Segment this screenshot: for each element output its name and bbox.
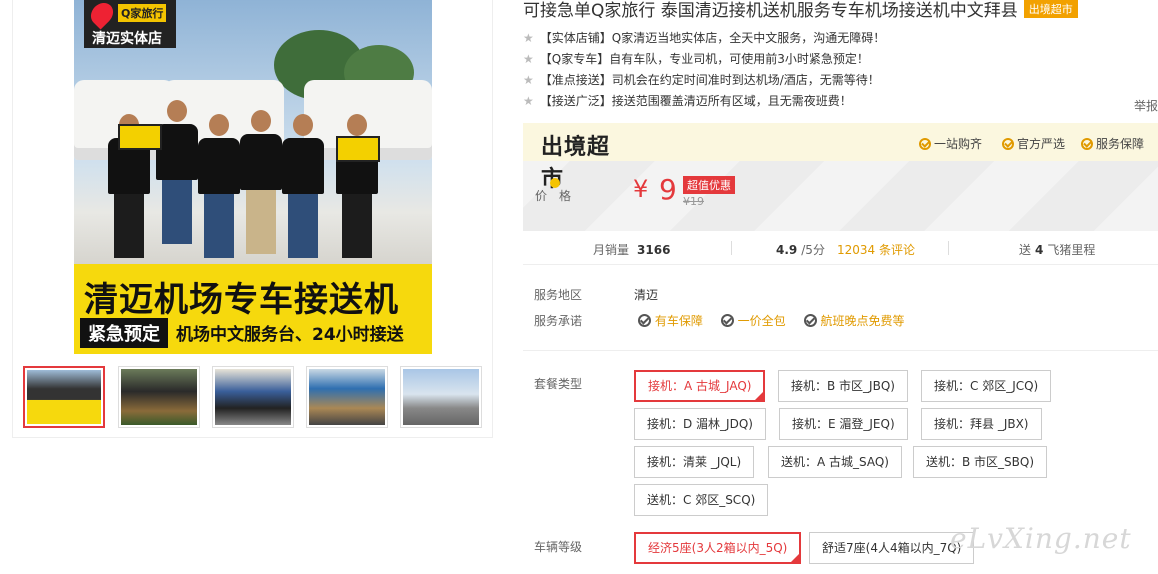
- report-link[interactable]: 举报: [1134, 97, 1158, 114]
- feature-text: 【Q家专车】自有车队，专业司机，可使用前3小时紧急预定！: [539, 52, 869, 66]
- package-option[interactable]: 接机：E 湄登_JEQ): [779, 408, 908, 440]
- feature-item: ★ 【准点接送】司机会在约定时间准时到达机场/酒店，无需等待！: [523, 72, 885, 93]
- title-tag: 出境超市: [1023, 0, 1078, 18]
- person-figure: [198, 114, 240, 258]
- service-area-label: 服务地区: [534, 288, 583, 302]
- thumbnail-5[interactable]: [400, 366, 482, 428]
- price-box: 出境超市 一站购齐 官方严选 服务保障 价格 ¥ 9 超值优惠 ¥19: [523, 123, 1158, 231]
- service-promise-label: 服务承诺: [534, 314, 583, 328]
- assurance-item: 一站购齐: [919, 135, 982, 152]
- person-figure: [240, 110, 282, 254]
- star-icon: ★: [523, 94, 534, 108]
- rating-suffix: /5分: [801, 243, 825, 257]
- mileage-points: 送 4 飞猪里程: [1019, 241, 1095, 258]
- star-icon: ★: [523, 73, 534, 87]
- price-value: 9: [659, 173, 677, 206]
- price-promo-tag: 超值优惠: [683, 176, 735, 194]
- feature-item: ★ 【接送广泛】接送范围覆盖清迈所有区域，且无需夜班费！: [523, 93, 885, 114]
- package-option[interactable]: 接机：B 市区_JBQ): [778, 370, 908, 402]
- check-circle-icon: [637, 314, 651, 327]
- held-sign: [336, 136, 380, 162]
- product-title: 可接急单Q家旅行 泰国清迈接机送机服务专车机场接送机中文拜县 出境超市: [523, 0, 1078, 21]
- feature-text: 【实体店铺】Q家清迈当地实体店，全天中文服务，沟通无障碍！: [539, 31, 886, 45]
- points-suffix: 飞猪里程: [1047, 243, 1096, 257]
- check-circle-icon: [919, 138, 931, 150]
- package-option[interactable]: 送机：A 古城_SAQ): [768, 446, 902, 478]
- feature-item: ★ 【实体店铺】Q家清迈当地实体店，全天中文服务，沟通无障碍！: [523, 30, 885, 51]
- thumbnail-3[interactable]: [212, 366, 294, 428]
- star-icon: ★: [523, 31, 534, 45]
- points-value: 4: [1035, 243, 1044, 257]
- package-option[interactable]: 接机：清莱 _JQL): [634, 446, 755, 478]
- service-info: 服务地区 清迈 服务承诺 有车保障 一价全包 航班晚点免费等: [534, 286, 919, 338]
- package-option[interactable]: 送机：B 市区_SBQ): [913, 446, 1048, 478]
- thumbnail-1[interactable]: [23, 366, 105, 428]
- banner-tag: 紧急预定: [80, 318, 168, 348]
- package-option[interactable]: 接机：D 湄林_JDQ): [634, 408, 766, 440]
- feature-list: ★ 【实体店铺】Q家清迈当地实体店，全天中文服务，沟通无障碍！ ★ 【Q家专车】自有…: [523, 30, 885, 114]
- thumbnail-4[interactable]: [306, 366, 388, 428]
- held-sign: [118, 124, 162, 150]
- stat-divider: [731, 241, 732, 255]
- service-area-value: 清迈: [634, 288, 659, 302]
- rating: 4.9/5分 12034 条评论: [776, 241, 915, 258]
- price-label: 价格: [535, 189, 584, 203]
- check-circle-icon: [803, 314, 817, 327]
- points-prefix: 送: [1019, 243, 1032, 257]
- banner-subtitle: 机场中文服务台、24小时接送: [176, 325, 404, 345]
- promise-text: 航班晚点免费等: [820, 314, 905, 328]
- service-promise-row: 服务承诺 有车保障 一价全包 航班晚点免费等: [534, 312, 919, 338]
- badge-brand: Q家旅行: [118, 4, 167, 22]
- image-banner: 清迈机场专车接送机 紧急预定 机场中文服务台、24小时接送: [74, 264, 432, 354]
- site-watermark: eLvXing.net: [950, 522, 1132, 555]
- promise-item[interactable]: 航班晚点免费等: [803, 312, 905, 329]
- vehicle-option[interactable]: 经济5座(3人2箱以内_5Q): [634, 532, 802, 564]
- monthly-sales: 月销量 3166: [593, 241, 670, 258]
- location-pin-icon: [86, 0, 118, 30]
- service-area-row: 服务地区 清迈: [534, 286, 919, 312]
- assurance-item: 服务保障: [1081, 135, 1144, 152]
- check-circle-icon: [1002, 138, 1014, 150]
- promise-item[interactable]: 有车保障: [637, 312, 703, 329]
- promise-text: 一价全包: [737, 314, 786, 328]
- package-option[interactable]: 接机：C 郊区_JCQ): [921, 370, 1052, 402]
- feature-text: 【准点接送】司机会在约定时间准时到达机场/酒店，无需等待！: [539, 73, 880, 87]
- assurance-text: 服务保障: [1096, 137, 1145, 151]
- thumbnail-2[interactable]: [118, 366, 200, 428]
- banner-title: 清迈机场专车接送机: [84, 280, 399, 320]
- assurance-item: 官方严选: [1002, 135, 1065, 152]
- feature-item: ★ 【Q家专车】自有车队，专业司机，可使用前3小时紧急预定！: [523, 51, 885, 72]
- feature-text: 【接送广泛】接送范围覆盖清迈所有区域，且无需夜班费！: [539, 94, 852, 108]
- check-circle-icon: [720, 314, 734, 327]
- package-option[interactable]: 接机：A 古城_JAQ): [634, 370, 766, 402]
- market-logo: 出境超市: [541, 129, 629, 193]
- stat-divider: [948, 241, 949, 255]
- package-option[interactable]: 接机：拜县 _JBX): [921, 408, 1042, 440]
- promise-text: 有车保障: [654, 314, 703, 328]
- star-icon: ★: [523, 52, 534, 66]
- market-header: 出境超市 一站购齐 官方严选 服务保障: [523, 123, 1158, 192]
- store-badge: Q家旅行 清迈实体店: [84, 0, 176, 48]
- check-circle-icon: [1081, 138, 1093, 150]
- product-gallery: Q家旅行 清迈实体店 清迈机场专车接送机 紧急预定 机场中文服务台、24小时接送: [12, 0, 493, 438]
- price-original: ¥19: [683, 195, 704, 208]
- assurance-text: 官方严选: [1017, 137, 1066, 151]
- package-type-label: 套餐类型: [534, 377, 583, 391]
- assurance-text: 一站购齐: [934, 137, 983, 151]
- stats-bar: 月销量 3166 4.9/5分 12034 条评论 送 4 飞猪里程: [523, 231, 1158, 265]
- price-currency: ¥: [633, 175, 649, 203]
- package-option[interactable]: 送机：C 郊区_SCQ): [634, 484, 769, 516]
- person-figure: [282, 114, 324, 258]
- product-title-text: 可接急单Q家旅行 泰国清迈接机送机服务专车机场接送机中文拜县: [523, 1, 1018, 21]
- promise-item[interactable]: 一价全包: [720, 312, 786, 329]
- section-divider: [523, 350, 1158, 351]
- person-figure: [156, 100, 198, 244]
- rating-value: 4.9: [776, 243, 798, 257]
- sales-label: 月销量: [593, 243, 630, 257]
- sales-value: 3166: [637, 243, 671, 257]
- review-count-link[interactable]: 12034 条评论: [837, 243, 915, 257]
- main-product-image[interactable]: Q家旅行 清迈实体店 清迈机场专车接送机 紧急预定 机场中文服务台、24小时接送: [74, 0, 432, 354]
- vehicle-class-label: 车辆等级: [534, 540, 583, 554]
- badge-store: 清迈实体店: [92, 31, 162, 47]
